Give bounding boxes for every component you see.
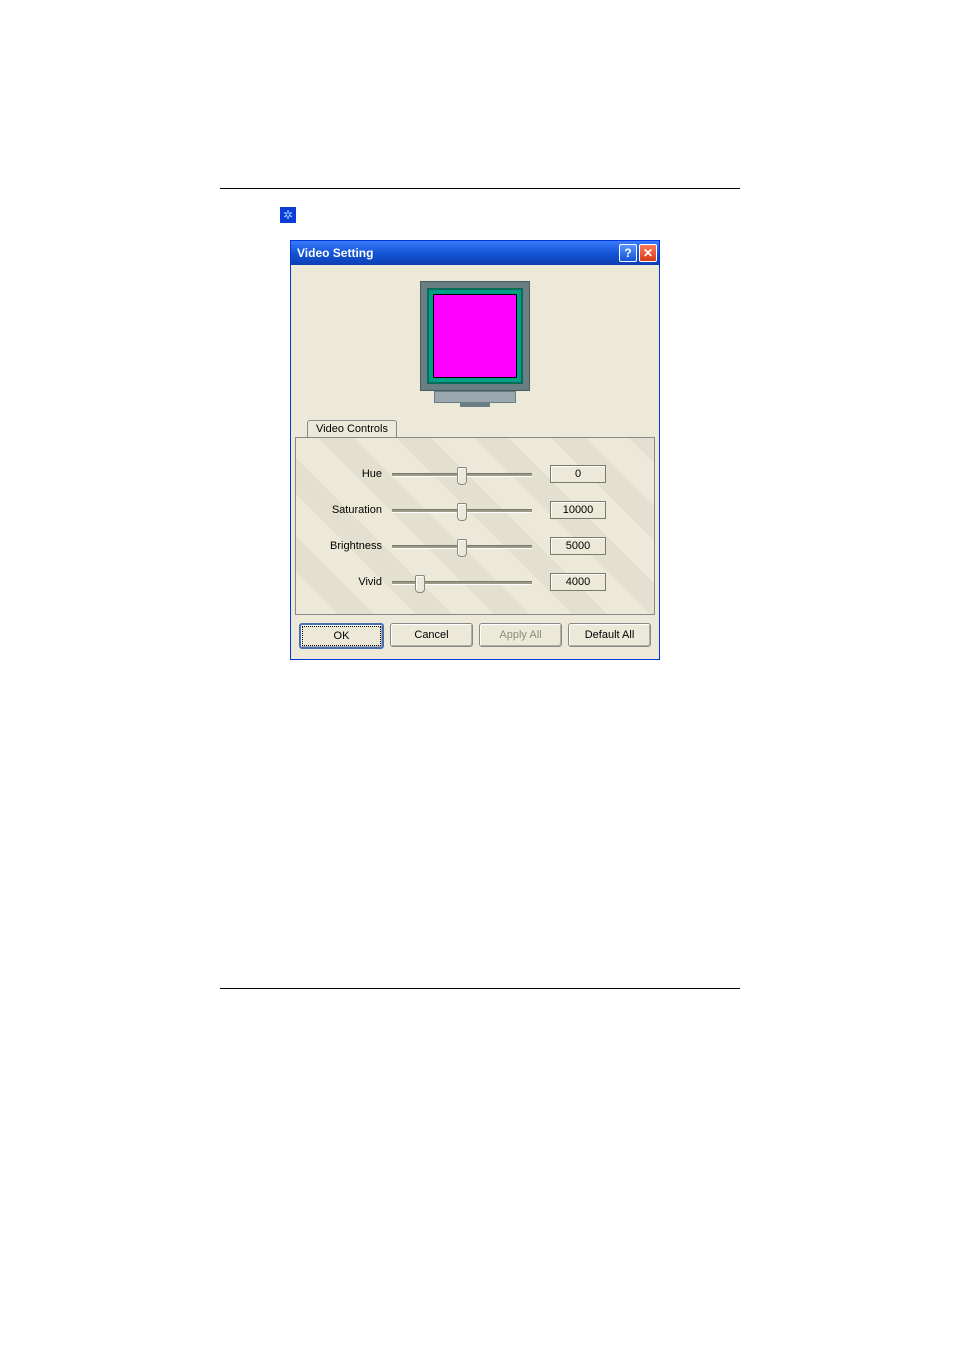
- help-button[interactable]: ?: [619, 244, 637, 262]
- page-divider-top: [220, 188, 740, 189]
- apply-all-button: Apply All: [479, 623, 562, 647]
- hue-slider[interactable]: [392, 464, 532, 484]
- cancel-button[interactable]: Cancel: [390, 623, 473, 647]
- brightness-value: 5000: [550, 537, 606, 555]
- saturation-slider[interactable]: [392, 500, 532, 520]
- vivid-slider[interactable]: [392, 572, 532, 592]
- monitor-preview: [420, 281, 530, 407]
- hue-value: 0: [550, 465, 606, 483]
- saturation-row: Saturation 10000: [310, 492, 640, 528]
- tab-content: Hue 0 Saturation 10000 Brightness: [295, 437, 655, 615]
- saturation-value: 10000: [550, 501, 606, 519]
- hue-row: Hue 0: [310, 456, 640, 492]
- vivid-value: 4000: [550, 573, 606, 591]
- monitor-screen: [433, 294, 517, 378]
- monitor-preview-wrap: [295, 271, 655, 409]
- tab-row: Video Controls: [295, 417, 655, 437]
- tab-label: Video Controls: [316, 423, 388, 435]
- default-all-button[interactable]: Default All: [568, 623, 651, 647]
- slider-thumb[interactable]: [415, 575, 425, 593]
- slider-thumb[interactable]: [457, 467, 467, 485]
- titlebar: Video Setting ? ✕: [291, 241, 659, 265]
- dialog-body: Video Controls Hue 0 Saturation 10000: [291, 265, 659, 659]
- close-button[interactable]: ✕: [639, 244, 657, 262]
- vivid-label: Vivid: [310, 576, 392, 588]
- brightness-row: Brightness 5000: [310, 528, 640, 564]
- hue-label: Hue: [310, 468, 392, 480]
- slider-thumb[interactable]: [457, 539, 467, 557]
- help-icon: ?: [624, 246, 631, 260]
- dialog-title: Video Setting: [297, 246, 617, 260]
- slider-track: [392, 581, 532, 585]
- slider-thumb[interactable]: [457, 503, 467, 521]
- page-divider-bottom: [220, 988, 740, 989]
- vivid-row: Vivid 4000: [310, 564, 640, 600]
- saturation-label: Saturation: [310, 504, 392, 516]
- tab-video-controls[interactable]: Video Controls: [307, 420, 397, 437]
- app-icon: [280, 207, 296, 223]
- brightness-label: Brightness: [310, 540, 392, 552]
- dialog-button-row: OK Cancel Apply All Default All: [295, 615, 655, 653]
- video-setting-dialog: Video Setting ? ✕ Video Controls: [290, 240, 660, 660]
- ok-button[interactable]: OK: [299, 623, 384, 649]
- brightness-slider[interactable]: [392, 536, 532, 556]
- close-icon: ✕: [643, 246, 653, 260]
